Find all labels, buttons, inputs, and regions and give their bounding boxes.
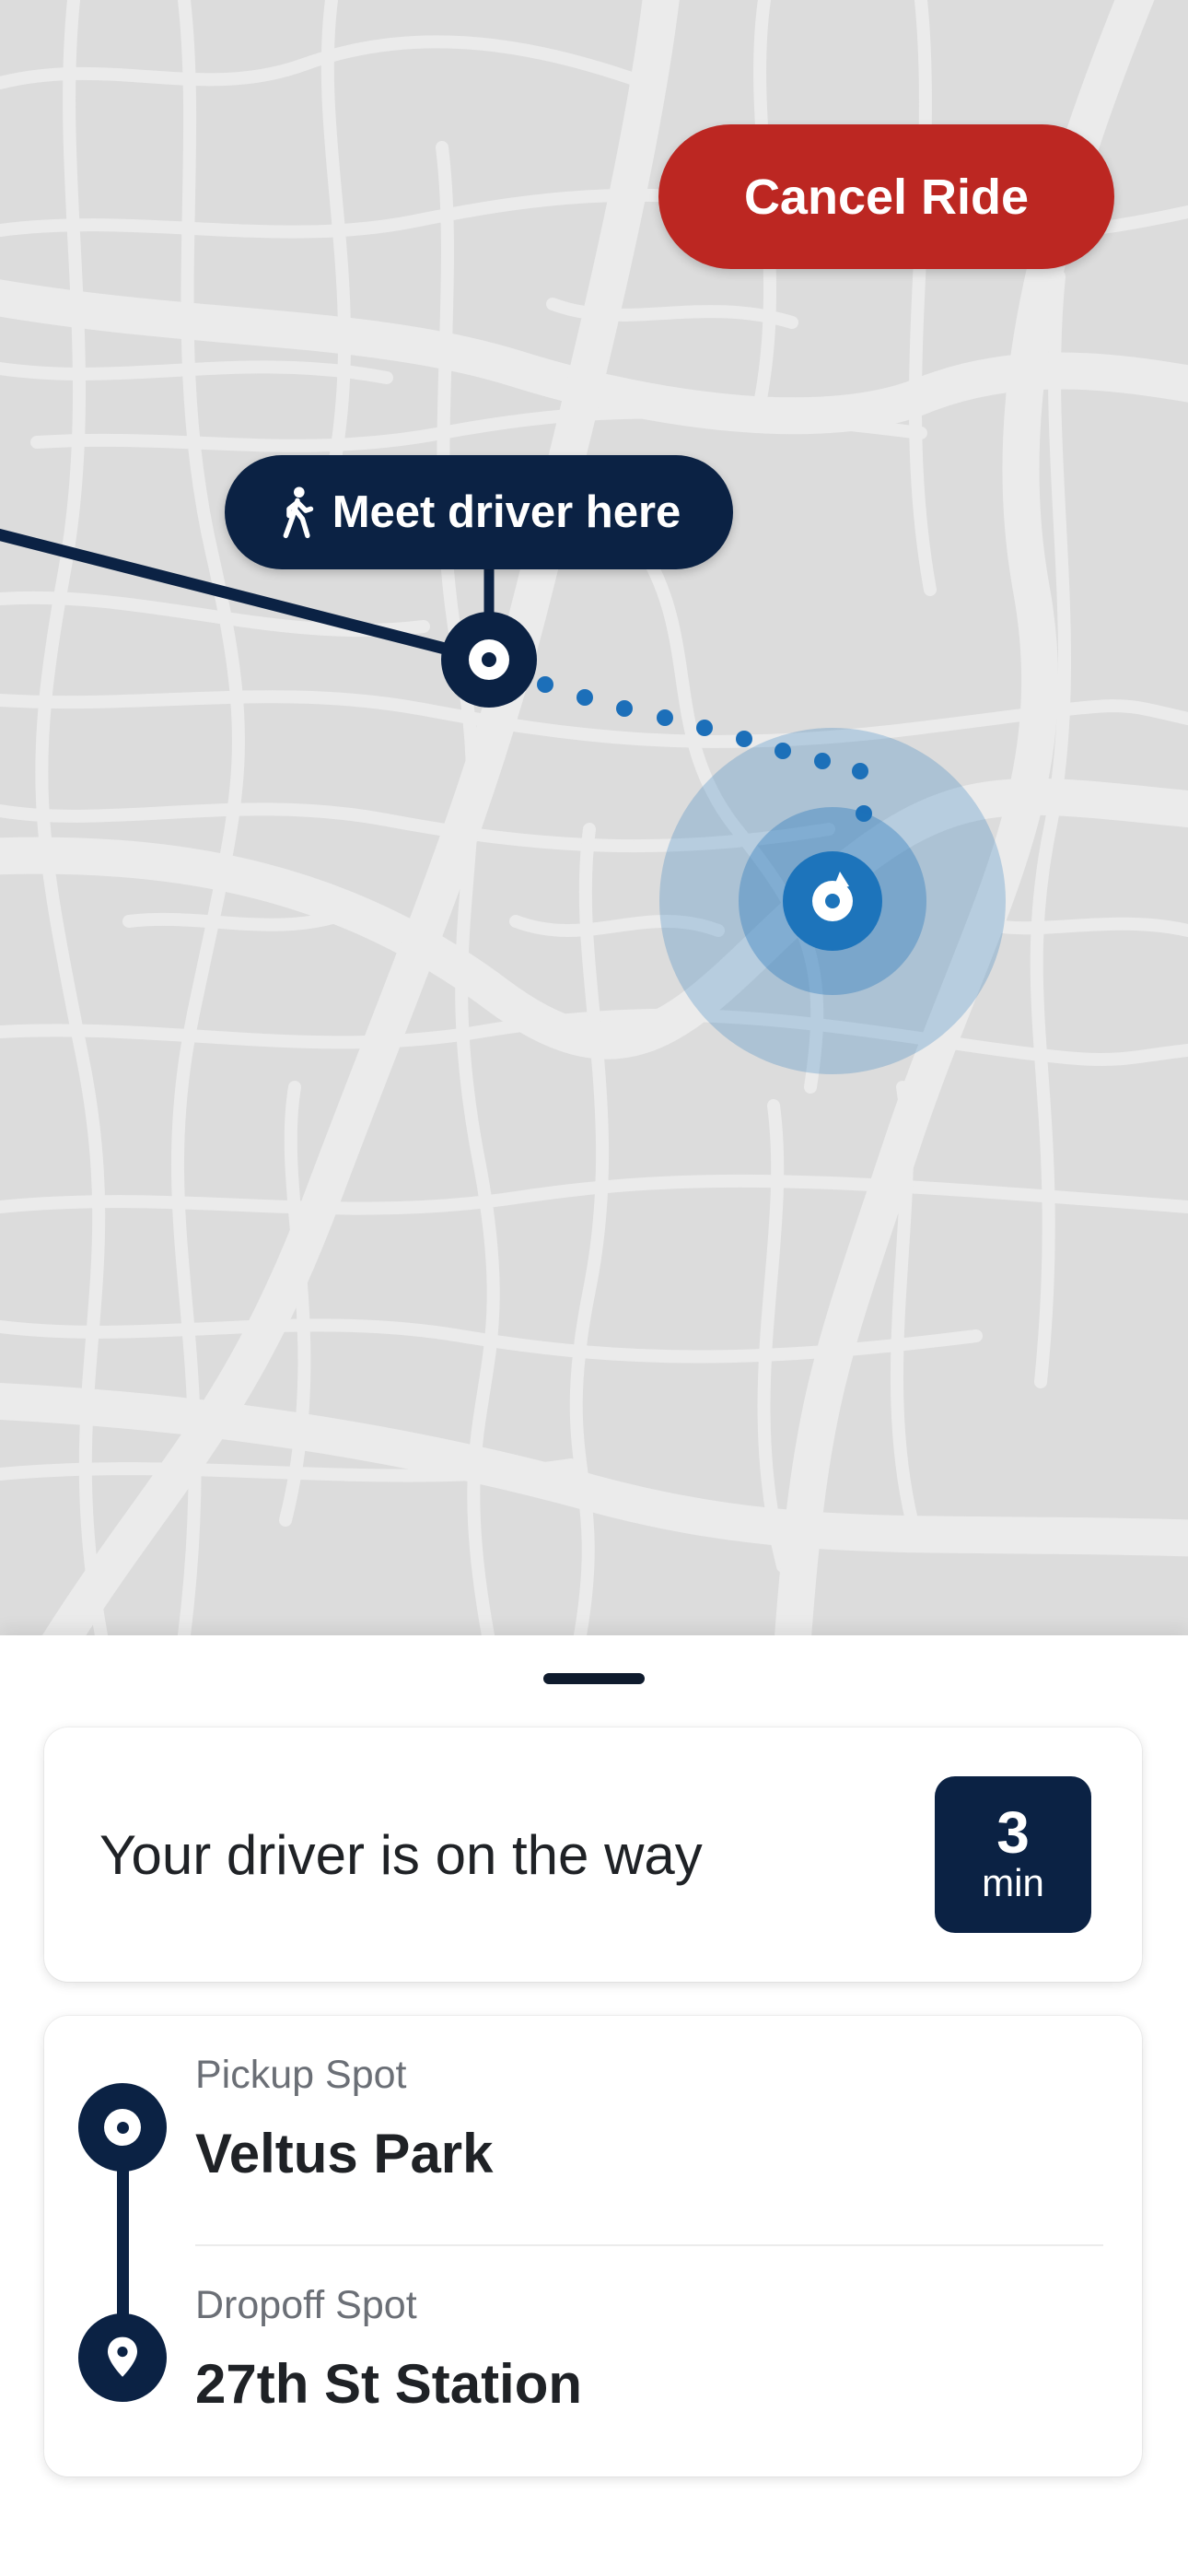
driver-status-text: Your driver is on the way	[99, 1823, 703, 1886]
bottom-sheet: Your driver is on the way 3 min Pickup S…	[0, 1635, 1188, 2576]
dropoff-label: Dropoff Spot	[195, 2283, 417, 2327]
eta-badge: 3 min	[935, 1776, 1091, 1933]
sheet-drag-handle[interactable]	[543, 1673, 645, 1684]
pickup-pin-icon	[78, 2083, 167, 2172]
driver-status-card: Your driver is on the way 3 min	[44, 1727, 1142, 1982]
eta-value: 3	[996, 1799, 1030, 1866]
pickup-label: Pickup Spot	[195, 2053, 407, 2097]
dropoff-pin-icon	[78, 2313, 167, 2402]
meeting-point-marker	[441, 612, 537, 708]
trip-route-card: Pickup Spot Veltus Park Dropoff Spot 27t…	[44, 2016, 1142, 2476]
cancel-ride-button[interactable]: Cancel Ride	[658, 124, 1114, 269]
eta-unit: min	[982, 1861, 1044, 1904]
dropoff-location-name[interactable]: 27th St Station	[195, 2352, 582, 2416]
route-divider	[195, 2244, 1103, 2246]
walking-person-icon	[283, 486, 313, 539]
meet-driver-tooltip: Meet driver here	[225, 455, 733, 569]
pickup-location-name[interactable]: Veltus Park	[195, 2122, 494, 2185]
map-view[interactable]: Cancel Ride Meet driver here	[0, 0, 1188, 1635]
driver-location-marker	[659, 728, 1006, 1074]
location-pin-icon	[108, 2336, 137, 2377]
meet-driver-label: Meet driver here	[332, 487, 681, 537]
